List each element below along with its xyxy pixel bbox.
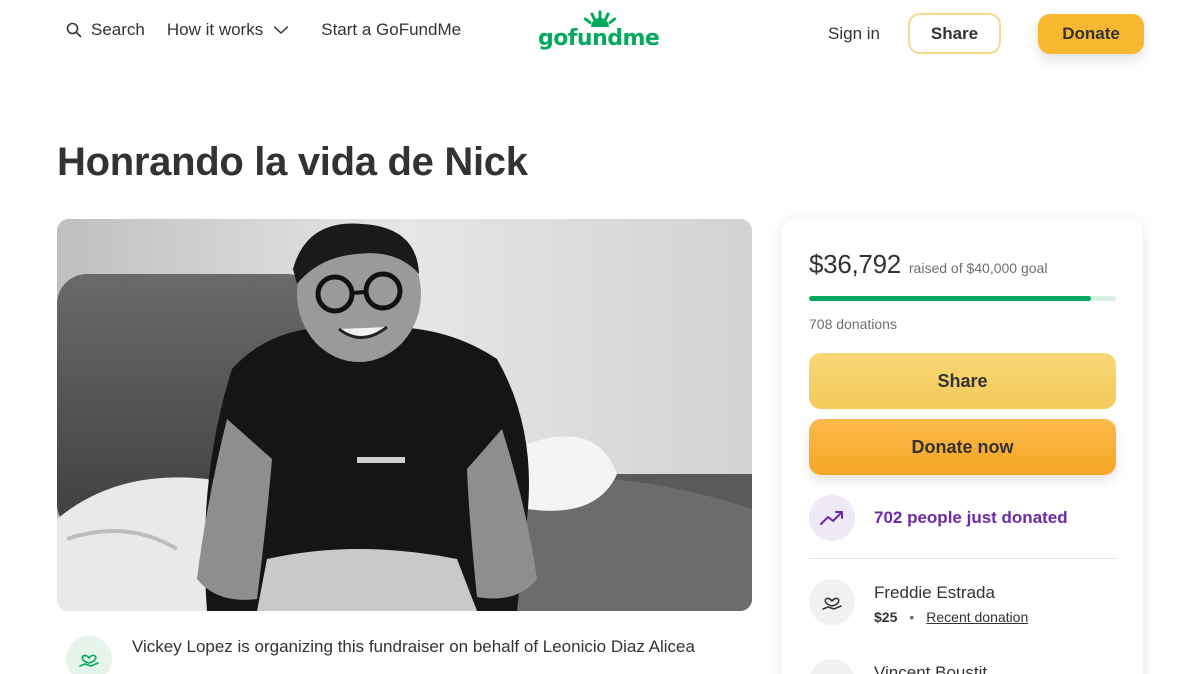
heart-hand-icon (822, 597, 842, 610)
donate-now-button[interactable]: Donate now (809, 419, 1116, 475)
separator-dot: • (909, 609, 915, 625)
header-nav-left: Search How it works Start a GoFundMe (66, 20, 461, 40)
recent-activity: 702 people just donated (809, 495, 1068, 541)
organizer-text: Vickey Lopez is organizing this fundrais… (132, 637, 695, 656)
site-header: Search How it works Start a GoFundMe gof… (0, 0, 1200, 66)
heart-hand-icon (79, 654, 99, 667)
progress-fill (809, 296, 1092, 301)
search-icon (66, 22, 82, 38)
start-gofundme-link[interactable]: Start a GoFundMe (321, 20, 461, 40)
header-donate-label: Donate (1062, 23, 1120, 43)
fundraiser-hero-image[interactable] (57, 219, 752, 611)
recent-donation-link[interactable]: Recent donation (926, 609, 1028, 625)
donor-item: Freddie Estrada $25 • Recent donation (809, 579, 1028, 625)
header-share-label: Share (930, 23, 979, 43)
donor-avatar (809, 659, 855, 674)
trend-icon-badge (809, 495, 855, 541)
donor-info: Vincent Boustit (874, 659, 987, 674)
donor-avatar (809, 579, 855, 625)
raised-summary: $36,792 raised of $40,000 goal (809, 249, 1047, 280)
donor-meta: $25 • Recent donation (874, 609, 1028, 625)
logo-text: gofundme (538, 26, 660, 51)
start-gofundme-label: Start a GoFundMe (321, 20, 462, 39)
raised-goal: raised of $40,000 goal (908, 260, 1048, 276)
chevron-down-icon (273, 26, 289, 34)
how-it-works-label: How it works (166, 20, 264, 39)
donor-name: Vincent Boustit (874, 663, 988, 674)
trend-text: 702 people just donated (874, 508, 1068, 527)
share-button-label: Share (937, 370, 988, 391)
search-link[interactable]: Search (66, 20, 145, 40)
share-button[interactable]: Share (809, 353, 1116, 409)
progress-bar (809, 296, 1116, 301)
donor-info: Freddie Estrada $25 • Recent donation (874, 579, 1028, 625)
trending-up-icon (820, 511, 843, 525)
how-it-works-menu[interactable]: How it works (167, 20, 289, 40)
header-donate-button[interactable]: Donate (1038, 13, 1144, 54)
gofundme-logo[interactable]: gofundme (537, 10, 667, 56)
header-nav-right: Sign in Share Donate (828, 13, 1144, 54)
heart-hand-icon (820, 670, 844, 674)
sign-in-link[interactable]: Sign in (828, 24, 880, 44)
raised-amount: $36,792 (809, 249, 901, 279)
donate-now-label: Donate now (911, 436, 1014, 457)
hero-photo (57, 219, 752, 611)
donation-panel: $36,792 raised of $40,000 goal 708 donat… (781, 219, 1143, 674)
header-share-button[interactable]: Share (908, 13, 1001, 54)
search-label: Search (91, 20, 145, 39)
donor-item: Vincent Boustit (809, 659, 987, 674)
donor-name: Freddie Estrada (874, 583, 995, 602)
organizer-avatar (66, 636, 112, 674)
donor-amount: $25 (874, 609, 898, 625)
divider (809, 558, 1116, 559)
page-title: Honrando la vida de Nick (57, 140, 528, 184)
donations-count: 708 donations (809, 316, 897, 332)
